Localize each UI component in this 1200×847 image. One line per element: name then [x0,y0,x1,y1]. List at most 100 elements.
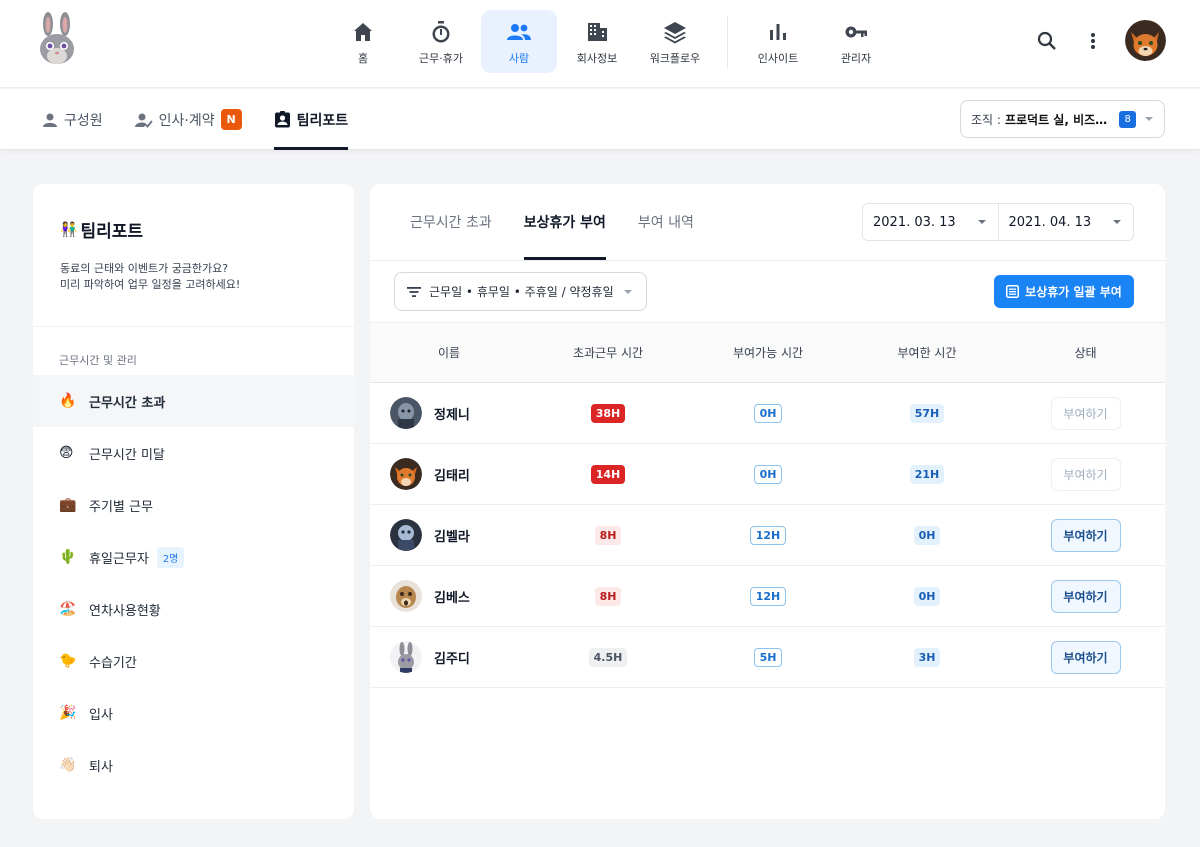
fearful-face-emoji-icon: 😨 [59,445,74,461]
available-cell: 5H [688,627,848,687]
tab-grant-history[interactable]: 부여 내역 [638,184,694,260]
employee-name-cell: 정제니 [370,383,528,443]
nav-people-label: 사람 [508,52,530,65]
overtime-hours-tag: 14H [590,464,626,484]
nav-home[interactable]: 홈 [325,10,401,73]
overtime-hours-tag: 8H [594,586,622,606]
nav-insight-label: 인사이트 [757,52,799,65]
table-row: 김벨라 8H 12H 0H 부여하기 [370,505,1165,566]
sidebar-item-joined[interactable]: 🎉 입사 [33,687,354,739]
overtime-cell: 8H [528,566,688,626]
available-hours-tag: 12H [749,525,787,545]
granted-hours-tag: 0H [913,525,941,545]
top-navigation-bar: 홈 근무·휴가 사람 회사정보 워크플로우 인사이트 관리자 [0,0,1200,88]
organization-select[interactable]: 조직 : 프로덕트 실, 비즈… 8 [960,100,1165,138]
bar-chart-icon [770,24,786,40]
employee-name: 정제니 [434,407,470,423]
nav-people[interactable]: 사람 [481,10,557,73]
org-select-label: 조직 : [971,112,1001,127]
beach-emoji-icon: 🏖️ [59,601,77,617]
granted-hours-tag: 57H [909,403,945,423]
available-hours-tag: 12H [749,586,787,606]
grant-button[interactable]: 부여하기 [1050,518,1121,552]
employee-avatar [390,580,422,612]
subtab-members[interactable]: 구성원 [42,89,103,150]
home-icon [354,23,372,41]
grant-button[interactable]: 부여하기 [1050,579,1121,613]
granted-hours-tag: 0H [913,586,941,606]
more-button[interactable] [1079,27,1107,55]
filter-icon [407,286,421,297]
nav-admin-label: 관리자 [840,52,872,65]
top-right-actions [1033,20,1166,61]
main-nav: 홈 근무·휴가 사람 회사정보 워크플로우 인사이트 관리자 [325,10,896,74]
employee-name: 김태리 [434,468,470,484]
list-icon [1006,285,1020,298]
nav-company-info-label: 회사정보 [576,52,618,65]
bulk-grant-button[interactable]: 보상휴가 일괄 부여 [994,275,1134,308]
divider [370,260,1165,261]
start-date-select[interactable]: 2021. 03. 13 [863,204,998,240]
sidebar-item-label: 수습기간 [89,655,137,671]
filter-label: 근무일 • 휴무일 • 주휴일 / 약정휴일 [429,285,614,299]
employee-avatar [390,641,422,673]
available-hours-tag: 5H [753,647,783,667]
layers-icon [664,22,686,44]
employee-avatar [390,519,422,551]
tab-overtime[interactable]: 근무시간 초과 [410,184,492,260]
status-cell: 부여하기 [1006,505,1165,565]
sidebar-item-resigned[interactable]: 👋🏻 퇴사 [33,739,354,791]
search-icon [1037,31,1056,50]
subtab-team-report-label: 팀리포트 [296,112,349,129]
table-row: 김태리 14H 0H 21H 부여하기 [370,444,1165,505]
granted-cell: 57H [848,383,1006,443]
granted-cell: 0H [848,566,1006,626]
person-check-icon [134,113,153,128]
employee-name: 김벨라 [434,529,470,545]
person-icon [43,113,57,127]
sidebar-item-annual-leave-status[interactable]: 🏖️ 연차사용현황 [33,583,354,635]
nav-admin[interactable]: 관리자 [818,10,894,73]
sidebar-item-holiday-workers[interactable]: 🌵 휴일근무자 2명 [33,531,354,583]
sidebar-item-probation[interactable]: 🐤 수습기간 [33,635,354,687]
sidebar-item-label: 근무시간 초과 [89,395,166,411]
sidebar-description-line-1: 동료의 근태와 이벤트가 궁금한가요? [60,262,229,275]
nav-work-leave[interactable]: 근무·휴가 [403,10,479,73]
user-avatar[interactable] [1125,20,1166,61]
sidebar-item-label: 근무시간 미달 [89,447,165,463]
sidebar-item-periodic-work[interactable]: 💼 주기별 근무 [33,479,354,531]
nav-insight[interactable]: 인사이트 [740,10,816,73]
couple-emoji-icon: 👫 [60,221,78,238]
stopwatch-icon [432,21,450,43]
subtab-hr-contract-label: 인사·계약 [158,112,215,129]
start-date-value: 2021. 03. 13 [873,214,956,230]
available-cell: 0H [688,383,848,443]
employee-name-cell: 김벨라 [370,505,528,565]
sidebar-section-title: 근무시간 및 관리 [59,354,137,367]
employee-name-cell: 김태리 [370,444,528,504]
grant-button[interactable]: 부여하기 [1050,640,1121,674]
waving-hand-emoji-icon: 👋🏻 [59,757,77,773]
available-hours-tag: 0H [753,403,783,423]
end-date-select[interactable]: 2021. 04. 13 [997,204,1134,240]
nav-workflow-label: 워크플로우 [649,52,701,65]
cactus-emoji-icon: 🌵 [59,549,77,565]
subtab-hr-contract[interactable]: 인사·계약 N [134,89,242,150]
org-select-value: 프로덕트 실, 비즈… [1004,112,1108,127]
search-button[interactable] [1033,27,1061,55]
tab-compensatory-leave[interactable]: 보상휴가 부여 [523,184,607,260]
employee-name: 김베스 [434,590,470,606]
employee-table-body: 정제니 38H 0H 57H 부여하기 김태리 14H 0H 21H 부여하기 [370,383,1165,688]
bunny-logo[interactable] [36,12,78,66]
sidebar-item-undertime[interactable]: 😨 근무시간 미달 [33,427,354,479]
nav-workflow[interactable]: 워크플로우 [637,10,713,73]
subtab-team-report[interactable]: 팀리포트 [273,89,349,150]
overtime-cell: 8H [528,505,688,565]
grant-button-disabled: 부여하기 [1050,457,1121,491]
employee-avatar [390,397,422,429]
day-type-filter[interactable]: 근무일 • 휴무일 • 주휴일 / 약정휴일 [394,272,647,311]
nav-company-info[interactable]: 회사정보 [559,10,635,73]
sidebar-item-overtime[interactable]: 🔥 근무시간 초과 [33,375,354,427]
chevron-down-icon [1145,117,1154,121]
id-badge-icon [274,111,290,128]
